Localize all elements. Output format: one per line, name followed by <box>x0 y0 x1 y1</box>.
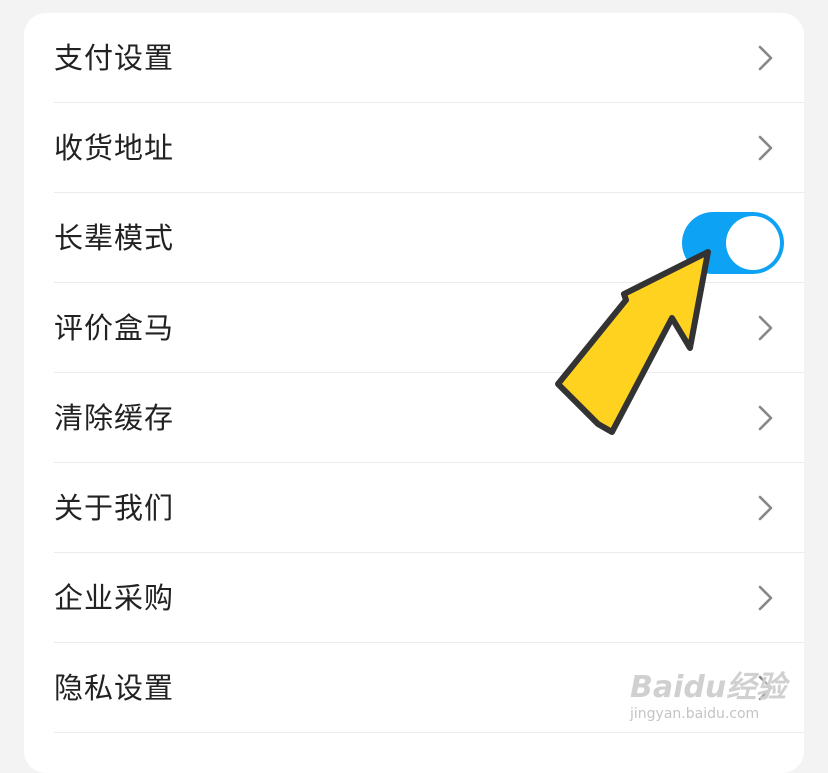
chevron-right-icon <box>758 135 773 161</box>
settings-item-label: 企业采购 <box>54 581 175 615</box>
chevron-right-icon <box>758 315 773 341</box>
chevron-right-icon <box>758 45 773 71</box>
settings-item-address[interactable]: 收货地址 <box>24 103 804 193</box>
baidu-watermark: Baidu经验 jingyan.baidu.com <box>630 650 800 730</box>
settings-item-payment[interactable]: 支付设置 <box>24 13 804 103</box>
settings-item-label: 收货地址 <box>54 131 175 165</box>
watermark-brand: Baidu经验 <box>630 670 787 705</box>
chevron-right-icon <box>758 585 773 611</box>
settings-item-label: 关于我们 <box>54 491 175 525</box>
settings-item-label: 长辈模式 <box>54 221 175 255</box>
settings-item-enterprise-purchase[interactable]: 企业采购 <box>24 553 804 643</box>
chevron-right-icon <box>758 495 773 521</box>
pointer-arrow-icon <box>555 249 711 435</box>
settings-item-label: 隐私设置 <box>54 671 175 705</box>
watermark-url: jingyan.baidu.com <box>630 706 760 722</box>
settings-item-label: 评价盒马 <box>54 311 175 345</box>
chevron-right-icon <box>758 405 773 431</box>
settings-item-label: 支付设置 <box>54 41 175 75</box>
settings-item-label: 清除缓存 <box>54 401 175 435</box>
divider <box>54 732 804 733</box>
settings-item-about-us[interactable]: 关于我们 <box>24 463 804 553</box>
